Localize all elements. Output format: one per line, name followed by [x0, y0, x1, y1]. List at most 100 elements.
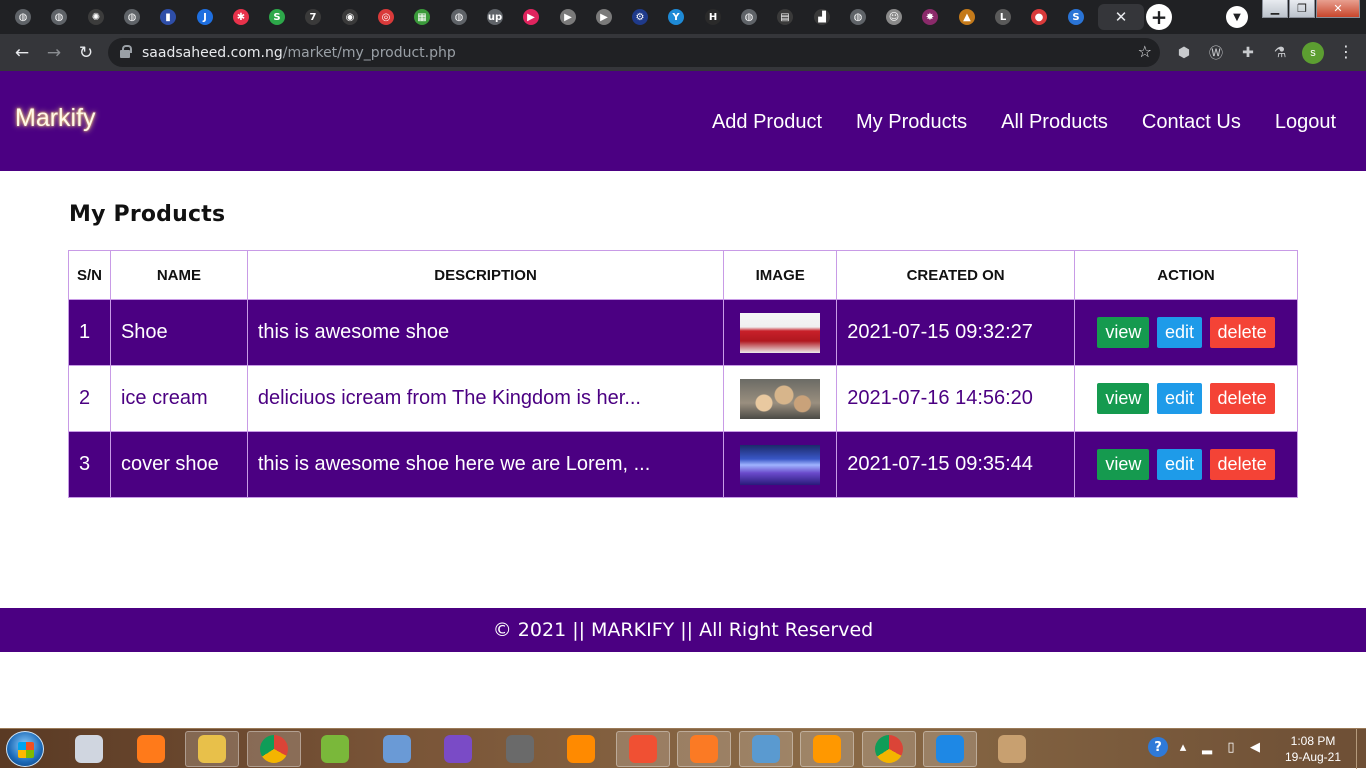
browser-tab[interactable]: S — [262, 4, 292, 30]
extension-w-icon[interactable]: Ⓦ — [1206, 43, 1226, 63]
row-sn: 1 — [68, 299, 111, 366]
view-button[interactable]: view — [1097, 383, 1150, 414]
taskbar-app[interactable] — [985, 731, 1039, 767]
extensions-puzzle-icon[interactable]: ✚ — [1238, 43, 1258, 63]
taskbar-app[interactable] — [124, 731, 178, 767]
start-button[interactable] — [6, 731, 44, 767]
table-row: 1 Shoe this is awesome shoe 2021-07-15 0… — [68, 299, 1299, 366]
browser-tab[interactable]: L — [988, 4, 1018, 30]
footer-copyright: © 2021 || MARKIFY || All Right Reserved — [492, 619, 874, 641]
edit-button[interactable]: edit — [1156, 317, 1202, 348]
taskbar-app[interactable] — [677, 731, 731, 767]
browser-tab[interactable]: ◍ — [8, 4, 38, 30]
game-icon: ▦ — [414, 9, 430, 25]
lock-icon[interactable] — [120, 45, 132, 58]
delete-button[interactable]: delete — [1209, 317, 1275, 348]
taskbar-app[interactable] — [861, 731, 916, 767]
volume-icon[interactable]: ◀ — [1246, 738, 1264, 756]
taskbar-app[interactable] — [308, 731, 362, 767]
browser-tab[interactable]: ✱ — [226, 4, 256, 30]
nav-add-product[interactable]: Add Product — [712, 111, 822, 134]
browser-tab[interactable]: ● — [1024, 4, 1054, 30]
browser-tab[interactable]: ▤ — [770, 4, 800, 30]
close-window-button[interactable]: ✕ — [1316, 0, 1360, 18]
maximize-button[interactable]: ❐ — [1289, 0, 1315, 18]
browser-tab[interactable]: ☺ — [879, 4, 909, 30]
battery-icon[interactable]: ▯ — [1222, 738, 1240, 756]
browser-tab[interactable]: ◎ — [371, 4, 401, 30]
browser-tab[interactable]: J — [190, 4, 220, 30]
browser-tab[interactable]: ◍ — [117, 4, 147, 30]
row-image-cell — [723, 299, 838, 366]
url-text[interactable]: saadsaheed.com.ng/market/my_product.php — [142, 45, 456, 61]
openai-icon: ✺ — [88, 9, 104, 25]
taskbar-app[interactable] — [493, 731, 547, 767]
product-thumbnail — [740, 312, 821, 353]
burst-icon: ✸ — [922, 9, 938, 25]
nav-all-products[interactable]: All Products — [1001, 111, 1108, 134]
close-tab-icon[interactable]: ✕ — [1108, 6, 1134, 28]
address-bar[interactable]: saadsaheed.com.ng/market/my_product.php … — [108, 38, 1160, 67]
browser-tab[interactable]: H — [698, 4, 728, 30]
taskbar-app[interactable] — [738, 731, 793, 767]
taskbar-app[interactable] — [554, 731, 608, 767]
browser-menu-icon[interactable]: ⋮ — [1338, 42, 1354, 61]
taskbar-app[interactable] — [615, 731, 670, 767]
taskbar-app[interactable] — [923, 731, 977, 767]
browser-tab[interactable]: ✺ — [81, 4, 111, 30]
new-tab-button[interactable]: + — [1146, 4, 1172, 30]
globe-icon: ◍ — [124, 9, 140, 25]
edit-button[interactable]: edit — [1156, 383, 1202, 414]
browser-tab[interactable]: ⚙ — [625, 4, 655, 30]
profile-avatar[interactable]: s — [1302, 42, 1324, 64]
view-button[interactable]: view — [1097, 317, 1150, 348]
help-icon[interactable]: ? — [1148, 737, 1168, 757]
bookmark-star-icon[interactable]: ☆ — [1138, 42, 1152, 61]
browser-tab[interactable]: ▟ — [807, 4, 837, 30]
labs-flask-icon[interactable]: ⚗ — [1270, 43, 1290, 63]
browser-tab[interactable]: ▶ — [516, 4, 546, 30]
firefox-icon — [136, 735, 165, 763]
nav-contact-us[interactable]: Contact Us — [1142, 111, 1241, 134]
delete-button[interactable]: delete — [1209, 449, 1275, 480]
taskbar-app[interactable] — [185, 731, 239, 767]
reload-icon[interactable]: ↻ — [74, 41, 98, 65]
forward-icon[interactable]: → — [42, 41, 66, 65]
browser-tab[interactable]: ◍ — [734, 4, 764, 30]
browser-tab[interactable]: ▦ — [407, 4, 437, 30]
taskbar-app[interactable] — [431, 731, 485, 767]
browser-tab[interactable]: ▶ — [553, 4, 583, 30]
browser-tab[interactable]: ▮ — [153, 4, 183, 30]
browser-tab[interactable]: S — [1061, 4, 1091, 30]
brand-logo[interactable]: Markify — [15, 104, 96, 133]
nav-logout[interactable]: Logout — [1275, 111, 1336, 134]
browser-tab[interactable]: ▶ — [589, 4, 619, 30]
browser-tab[interactable]: ✸ — [915, 4, 945, 30]
minimize-button[interactable]: ▁ — [1262, 0, 1288, 18]
browser-tab[interactable]: ◍ — [843, 4, 873, 30]
edit-button[interactable]: edit — [1156, 449, 1202, 480]
taskbar-app[interactable] — [62, 731, 116, 767]
browser-tab[interactable]: up — [480, 4, 510, 30]
extension-cube-icon[interactable]: ⬢ — [1174, 43, 1194, 63]
browser-tab[interactable]: 7 — [298, 4, 328, 30]
network-signal-icon[interactable]: ▂ — [1198, 738, 1216, 756]
browser-tab[interactable]: ▲ — [952, 4, 982, 30]
taskbar-app[interactable] — [246, 731, 301, 767]
back-icon[interactable]: ← — [10, 41, 34, 65]
taskbar-app[interactable] — [800, 731, 854, 767]
view-button[interactable]: view — [1097, 449, 1150, 480]
show-desktop-button[interactable] — [1356, 729, 1366, 769]
tab-search-button[interactable]: ▼ — [1226, 6, 1248, 28]
browser-tab[interactable]: ◍ — [44, 4, 74, 30]
browser-tab[interactable]: Y — [661, 4, 691, 30]
row-actions: view edit delete — [1073, 431, 1299, 498]
column-header-description: DESCRIPTION — [246, 250, 725, 300]
browser-tab[interactable]: ◍ — [444, 4, 474, 30]
browser-tab[interactable]: ◉ — [335, 4, 365, 30]
delete-button[interactable]: delete — [1209, 383, 1275, 414]
show-hidden-icons-icon[interactable]: ▴ — [1174, 738, 1192, 756]
nav-my-products[interactable]: My Products — [856, 111, 967, 134]
taskbar-clock[interactable]: 1:08 PM 19-Aug-21 — [1278, 733, 1348, 765]
taskbar-app[interactable] — [370, 731, 424, 767]
